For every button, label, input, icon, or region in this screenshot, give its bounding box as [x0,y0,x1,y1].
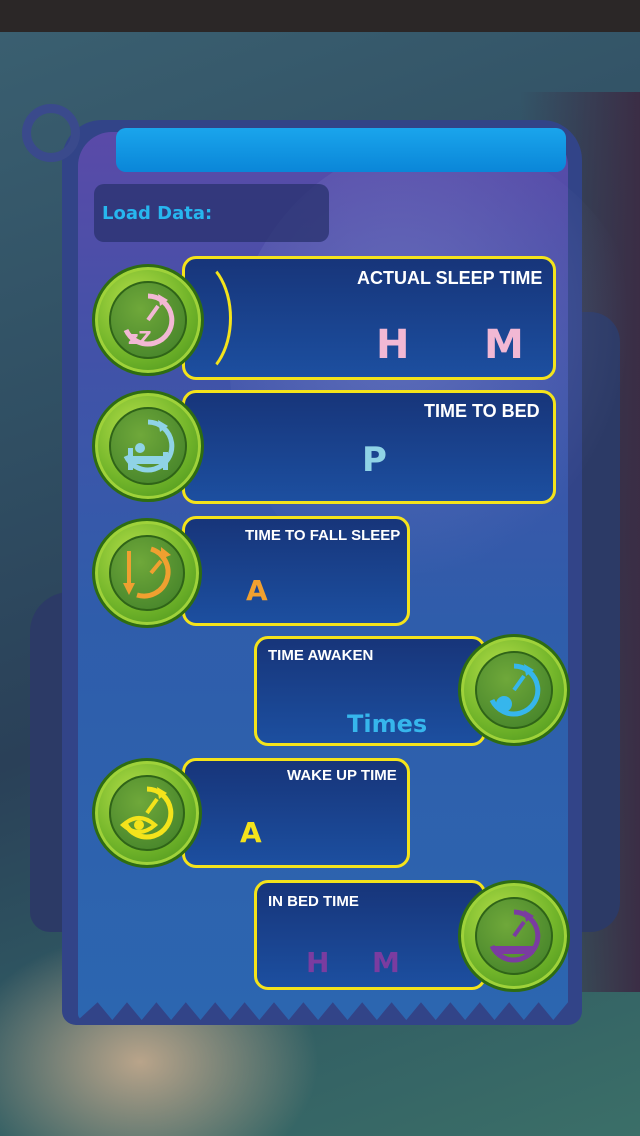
in-bed-clock-icon [474,896,554,976]
actual-sleep-minutes-unit: M [484,322,524,368]
wake-up-value: A [240,816,262,849]
status-bar [0,0,640,32]
actual-sleep-hours-unit: H [376,322,410,368]
wake-up-title: WAKE UP TIME [287,767,397,784]
bed-clock-icon [108,406,188,486]
sleep-clock-zz-icon: zZ [108,280,188,360]
in-bed-icon-disc [458,880,570,992]
time-to-bed-title: TIME TO BED [424,401,540,421]
tag-hole [22,104,80,162]
awaken-title: TIME AWAKEN [268,647,374,664]
fall-asleep-value: A [246,574,268,607]
in-bed-minutes-unit: M [372,946,400,979]
wake-up-icon-disc [92,758,202,868]
title-bar [116,128,566,172]
in-bed-hours-unit: H [306,946,330,979]
actual-sleep-title: ACTUAL SLEEP TIME [357,268,543,288]
load-data-box[interactable]: Load Data: [94,184,329,242]
awaken-icon-disc [458,634,570,746]
in-bed-title: IN BED TIME [268,893,359,910]
awaken-clock-icon [474,650,554,730]
awaken-value: Times [347,710,428,738]
svg-text:zZ: zZ [128,328,152,349]
time-to-bed-icon-disc [92,390,204,502]
eye-clock-icon [108,774,186,852]
actual-sleep-icon-disc: zZ [92,264,204,376]
fall-asleep-icon-disc [92,518,202,628]
fall-asleep-title: TIME TO FALL SLEEP [245,527,401,544]
fall-asleep-arrows-clock-icon [108,534,186,612]
load-data-label: Load Data: [102,202,213,224]
time-to-bed-value: P [362,440,387,480]
